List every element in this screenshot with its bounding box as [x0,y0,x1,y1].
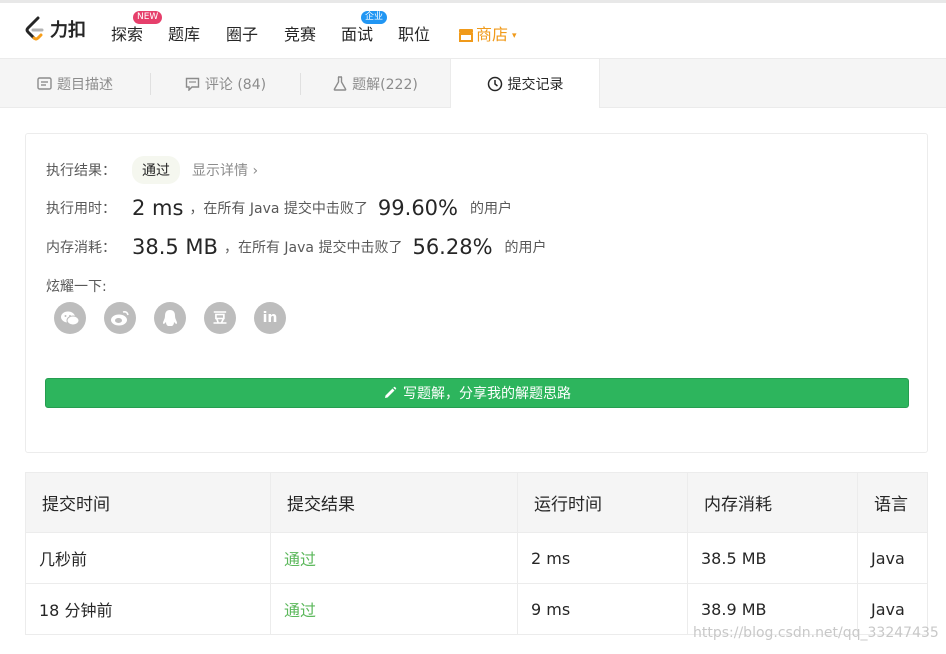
clock-icon [487,76,502,91]
share-icons: 豆 in [54,302,304,334]
linkedin-icon[interactable]: in [254,302,286,334]
nav-shop-label: 商店 [476,25,509,44]
runtime-label: 执行用时： [46,201,116,217]
douban-glyph: 豆 [213,311,227,327]
cell-language: Java [857,532,928,584]
nav-problems[interactable]: 题库 [168,21,200,45]
write-solution-button[interactable]: 写题解，分享我的解题思路 [45,378,909,408]
show-details-link[interactable]: 显示详情 › [192,160,258,180]
submission-result-card: 执行结果： 通过 显示详情 › 执行用时： 2 ms ，在所有 Java 提交中… [25,133,928,453]
nav-interview-label: 面试 [341,25,374,44]
column-header-time: 提交时间 [25,472,271,533]
tab-comments-label: 评论 (84) [204,76,267,93]
nav-jobs[interactable]: 职位 [398,21,430,45]
comment-icon [185,77,200,91]
tab-description-label: 题目描述 [57,76,113,93]
table-header-row: 提交时间 提交结果 运行时间 内存消耗 语言 [25,472,928,533]
nav-interview[interactable]: 面试 企业 [341,11,388,45]
nav-problems-label: 题库 [168,25,201,44]
nav-shop[interactable]: 商店 ▾ [458,21,517,45]
nav-explore[interactable]: 探索 NEW [111,11,163,45]
chevron-down-icon: ▾ [512,31,517,41]
cell-result-link[interactable]: 通过 [270,583,518,635]
memory-compare-text: ，在所有 Java 提交中击败了 [223,240,403,256]
nav-jobs-label: 职位 [398,25,431,44]
tab-solutions-label: 题解(222) [352,76,418,93]
weibo-icon[interactable] [104,302,136,334]
cell-runtime: 2 ms [517,532,688,584]
watermark-text: https://blog.csdn.net/qq_33247435 [693,625,939,641]
nav-explore-label: 探索 [111,25,144,44]
enterprise-badge: 企业 [361,11,388,24]
wechat-icon[interactable] [54,302,86,334]
cell-memory: 38.5 MB [687,532,858,584]
status-row: 执行结果： 通过 显示详情 › [46,156,258,184]
runtime-tail-text: 的用户 [470,201,512,217]
column-header-runtime: 运行时间 [517,472,688,533]
pencil-icon [385,386,397,398]
memory-tail-text: 的用户 [504,240,547,256]
cell-result-link[interactable]: 通过 [270,532,518,584]
write-solution-label: 写题解，分享我的解题思路 [403,386,571,402]
submissions-table: 提交时间 提交结果 运行时间 内存消耗 语言 几秒前 通过 2 ms 38.5 … [25,472,928,635]
nav-circle[interactable]: 圈子 [226,21,258,45]
runtime-value: 2 ms [132,196,184,220]
cell-time: 18 分钟前 [25,583,271,635]
runtime-percentile: 99.60% [377,196,458,220]
cell-runtime: 9 ms [517,583,688,635]
memory-value: 38.5 MB [132,235,218,259]
share-label: 炫耀一下: [46,279,107,295]
share-row: 炫耀一下: [46,276,107,296]
store-icon [459,29,473,42]
memory-row: 内存消耗： 38.5 MB ，在所有 Java 提交中击败了 56.28% 的用… [46,235,547,259]
nav-contest-label: 竞赛 [284,25,317,44]
tab-bar: 题目描述 评论 (84) 题解(222) 提交记录 [0,58,946,108]
new-badge: NEW [133,11,163,24]
tab-submissions-label: 提交记录 [507,76,564,93]
tab-submissions[interactable]: 提交记录 [450,58,600,108]
memory-label: 内存消耗： [46,240,116,256]
column-header-result: 提交结果 [270,472,518,533]
logo[interactable]: 力扣 [24,16,86,42]
status-label: 执行结果： [46,163,116,179]
flask-icon [333,76,347,91]
memory-percentile: 56.28% [412,235,493,259]
nav-circle-label: 圈子 [226,25,259,44]
column-header-language: 语言 [857,472,928,533]
qq-icon[interactable] [154,302,186,334]
leetcode-logo-icon [25,16,44,41]
tab-comments[interactable]: 评论 (84) [151,59,300,108]
tab-description[interactable]: 题目描述 [0,59,150,108]
column-header-memory: 内存消耗 [687,472,858,533]
douban-icon[interactable]: 豆 [204,302,236,334]
linkedin-glyph: in [262,310,278,326]
runtime-row: 执行用时： 2 ms ，在所有 Java 提交中击败了 99.60% 的用户 [46,196,512,220]
cell-time: 几秒前 [25,532,271,584]
tab-solutions[interactable]: 题解(222) [301,59,450,108]
runtime-compare-text: ，在所有 Java 提交中击败了 [189,201,368,217]
status-badge: 通过 [132,156,180,184]
navbar: 力扣 探索 NEW 题库 圈子 竞赛 面试 企业 职位 商店 ▾ [0,3,946,58]
document-icon [37,77,52,90]
table-row: 几秒前 通过 2 ms 38.5 MB Java [25,532,928,584]
nav-contest[interactable]: 竞赛 [284,21,316,45]
logo-text: 力扣 [50,20,86,41]
